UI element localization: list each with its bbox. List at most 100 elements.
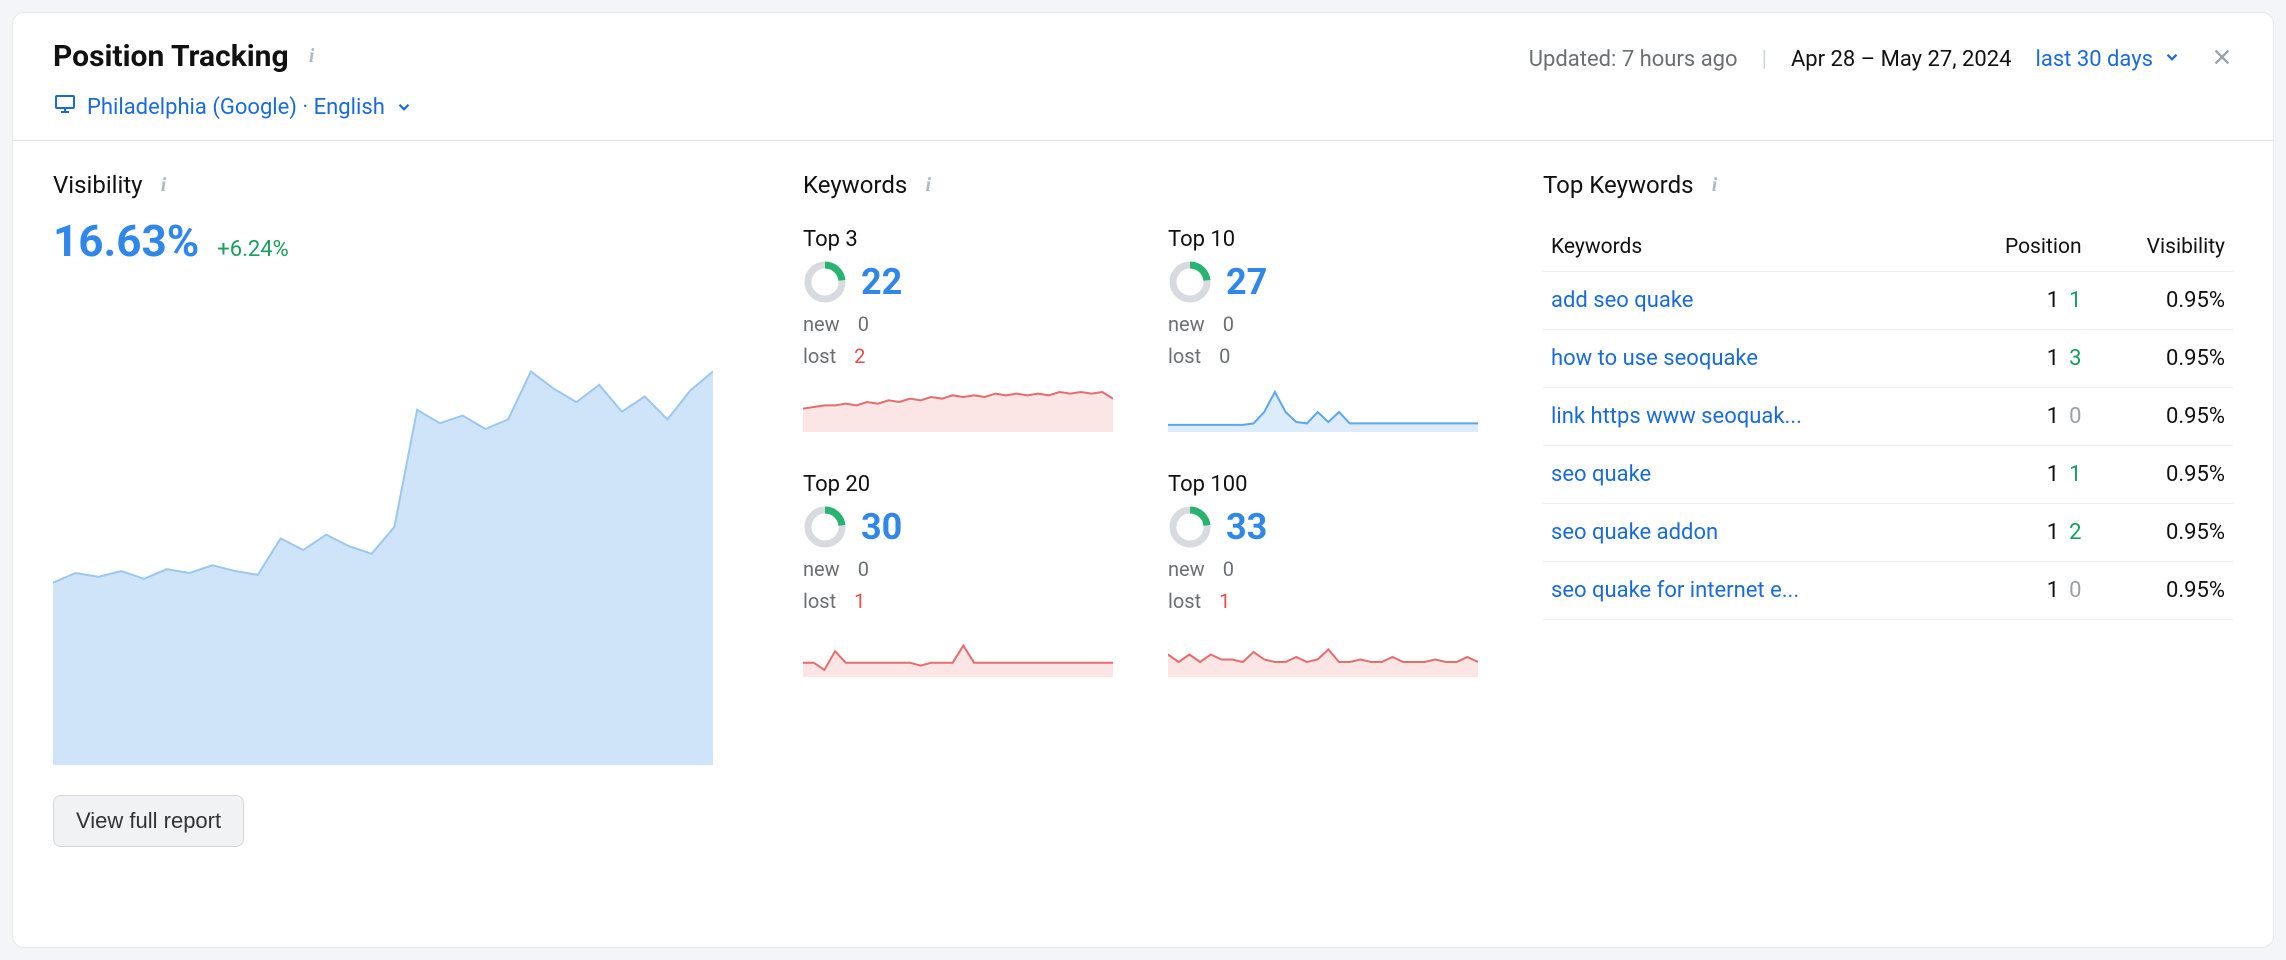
keyword-lost-row: lost2 bbox=[803, 344, 1118, 368]
table-row: how to use seoquake 130.95% bbox=[1543, 330, 2233, 388]
info-icon[interactable]: i bbox=[155, 176, 173, 194]
keyword-new-row: new0 bbox=[1168, 312, 1483, 336]
visibility-cell: 0.95% bbox=[2090, 330, 2233, 388]
keyword-count-row: 33 bbox=[1168, 505, 1483, 549]
keyword-cell: seo quake for internet e... bbox=[1543, 562, 1949, 620]
visibility-chart bbox=[53, 285, 713, 765]
period-label: last 30 days bbox=[2036, 47, 2154, 72]
view-full-report-button[interactable]: View full report bbox=[53, 795, 244, 847]
keyword-link[interactable]: link https www seoquak... bbox=[1551, 404, 1802, 429]
date-range: Apr 28 – May 27, 2024 bbox=[1791, 47, 2012, 72]
table-row: seo quake addon 120.95% bbox=[1543, 504, 2233, 562]
keyword-block: Top 100 33 new0 lost1 bbox=[1168, 472, 1483, 677]
updated-text: Updated: 7 hours ago bbox=[1529, 47, 1738, 72]
body: Visibility i 16.63% +6.24% Keywords i To… bbox=[13, 141, 2273, 795]
visibility-cell: 0.95% bbox=[2090, 446, 2233, 504]
top-keywords-head: Top Keywords i bbox=[1543, 171, 2233, 199]
table-row: seo quake for internet e... 100.95% bbox=[1543, 562, 2233, 620]
position-cell: 11 bbox=[1949, 446, 2090, 504]
keyword-count-row: 30 bbox=[803, 505, 1118, 549]
keyword-lost-row: lost0 bbox=[1168, 344, 1483, 368]
keyword-sparkline bbox=[803, 382, 1113, 432]
keyword-count: 27 bbox=[1226, 261, 1267, 303]
keywords-section: Keywords i Top 3 22 new0 lost2 Top 10 27 new0 l… bbox=[803, 171, 1483, 765]
keyword-link[interactable]: seo quake for internet e... bbox=[1551, 578, 1799, 603]
table-row: seo quake 110.95% bbox=[1543, 446, 2233, 504]
col-visibility: Visibility bbox=[2090, 223, 2233, 272]
header-right: Updated: 7 hours ago | Apr 28 – May 27, … bbox=[1529, 39, 2233, 73]
keyword-sparkline bbox=[1168, 627, 1478, 677]
table-header-row: Keywords Position Visibility bbox=[1543, 223, 2233, 272]
keyword-cell: link https www seoquak... bbox=[1543, 388, 1949, 446]
location-label: Philadelphia (Google) · English bbox=[87, 95, 385, 120]
keyword-cell: how to use seoquake bbox=[1543, 330, 1949, 388]
desktop-icon bbox=[53, 92, 77, 122]
chevron-down-icon bbox=[395, 98, 413, 116]
keywords-head: Keywords i bbox=[803, 171, 1483, 199]
keyword-new-row: new0 bbox=[803, 312, 1118, 336]
keyword-lost-row: lost1 bbox=[1168, 589, 1483, 613]
visibility-cell: 0.95% bbox=[2090, 272, 2233, 330]
keyword-count-row: 27 bbox=[1168, 260, 1483, 304]
visibility-cell: 0.95% bbox=[2090, 388, 2233, 446]
col-keywords: Keywords bbox=[1543, 223, 1949, 272]
period-dropdown[interactable]: last 30 days bbox=[2036, 47, 2182, 72]
donut-icon bbox=[1168, 260, 1212, 304]
keyword-new-row: new0 bbox=[1168, 557, 1483, 581]
position-cell: 13 bbox=[1949, 330, 2090, 388]
keyword-cell: add seo quake bbox=[1543, 272, 1949, 330]
location-selector[interactable]: Philadelphia (Google) · English bbox=[53, 92, 413, 122]
keyword-link[interactable]: seo quake addon bbox=[1551, 520, 1718, 545]
table-row: link https www seoquak... 100.95% bbox=[1543, 388, 2233, 446]
position-cell: 10 bbox=[1949, 562, 2090, 620]
position-cell: 11 bbox=[1949, 272, 2090, 330]
keyword-count: 22 bbox=[861, 261, 902, 303]
title-row: Position Tracking i bbox=[53, 39, 413, 74]
close-icon[interactable] bbox=[2205, 45, 2233, 73]
keyword-count: 30 bbox=[861, 506, 902, 548]
visibility-delta: +6.24% bbox=[217, 237, 289, 262]
keywords-grid: Top 3 22 new0 lost2 Top 10 27 new0 lost0 Top 20 3… bbox=[803, 227, 1483, 677]
donut-icon bbox=[803, 260, 847, 304]
footer: View full report bbox=[13, 795, 2273, 877]
table-row: add seo quake 110.95% bbox=[1543, 272, 2233, 330]
keyword-link[interactable]: seo quake bbox=[1551, 462, 1651, 487]
info-icon[interactable]: i bbox=[1706, 176, 1724, 194]
visibility-title: Visibility bbox=[53, 171, 143, 199]
keyword-block: Top 2030new0lost1 bbox=[803, 472, 1118, 677]
keyword-block-label: Top 10 bbox=[1168, 227, 1483, 252]
keyword-lost-row: lost1 bbox=[803, 589, 1118, 613]
separator: | bbox=[1762, 47, 1767, 72]
position-tracking-card: Position Tracking i Philadelphia (Google… bbox=[12, 12, 2274, 948]
keyword-count-row: 22 bbox=[803, 260, 1118, 304]
visibility-cell: 0.95% bbox=[2090, 504, 2233, 562]
position-cell: 12 bbox=[1949, 504, 2090, 562]
position-cell: 10 bbox=[1949, 388, 2090, 446]
keyword-block-label: Top 100 bbox=[1168, 472, 1483, 497]
keyword-link[interactable]: how to use seoquake bbox=[1551, 346, 1758, 371]
top-keywords-table: Keywords Position Visibility add seo qua… bbox=[1543, 223, 2233, 620]
top-keywords-section: Top Keywords i Keywords Position Visibil… bbox=[1543, 171, 2233, 765]
keyword-sparkline bbox=[1168, 382, 1478, 432]
page-title: Position Tracking bbox=[53, 39, 289, 74]
donut-icon bbox=[1168, 505, 1212, 549]
keyword-block: Top 3 22 new0 lost2 bbox=[803, 227, 1118, 432]
info-icon[interactable]: i bbox=[919, 176, 937, 194]
visibility-cell: 0.95% bbox=[2090, 562, 2233, 620]
header-left: Position Tracking i Philadelphia (Google… bbox=[53, 39, 413, 122]
keyword-block-label: Top 3 bbox=[803, 227, 1118, 252]
keyword-cell: seo quake bbox=[1543, 446, 1949, 504]
keyword-block: Top 10 27 new0 lost0 bbox=[1168, 227, 1483, 432]
visibility-value-row: 16.63% +6.24% bbox=[53, 215, 743, 267]
top-keywords-title: Top Keywords bbox=[1543, 171, 1694, 199]
info-icon[interactable]: i bbox=[303, 48, 321, 66]
visibility-head: Visibility i bbox=[53, 171, 743, 199]
keyword-link[interactable]: add seo quake bbox=[1551, 288, 1693, 313]
keyword-cell: seo quake addon bbox=[1543, 504, 1949, 562]
chevron-down-icon bbox=[2163, 47, 2181, 72]
keyword-count: 33 bbox=[1226, 506, 1267, 548]
keyword-sparkline bbox=[803, 627, 1113, 677]
col-position: Position bbox=[1949, 223, 2090, 272]
keyword-block-label: Top 20 bbox=[803, 472, 1118, 497]
visibility-section: Visibility i 16.63% +6.24% bbox=[53, 171, 743, 765]
